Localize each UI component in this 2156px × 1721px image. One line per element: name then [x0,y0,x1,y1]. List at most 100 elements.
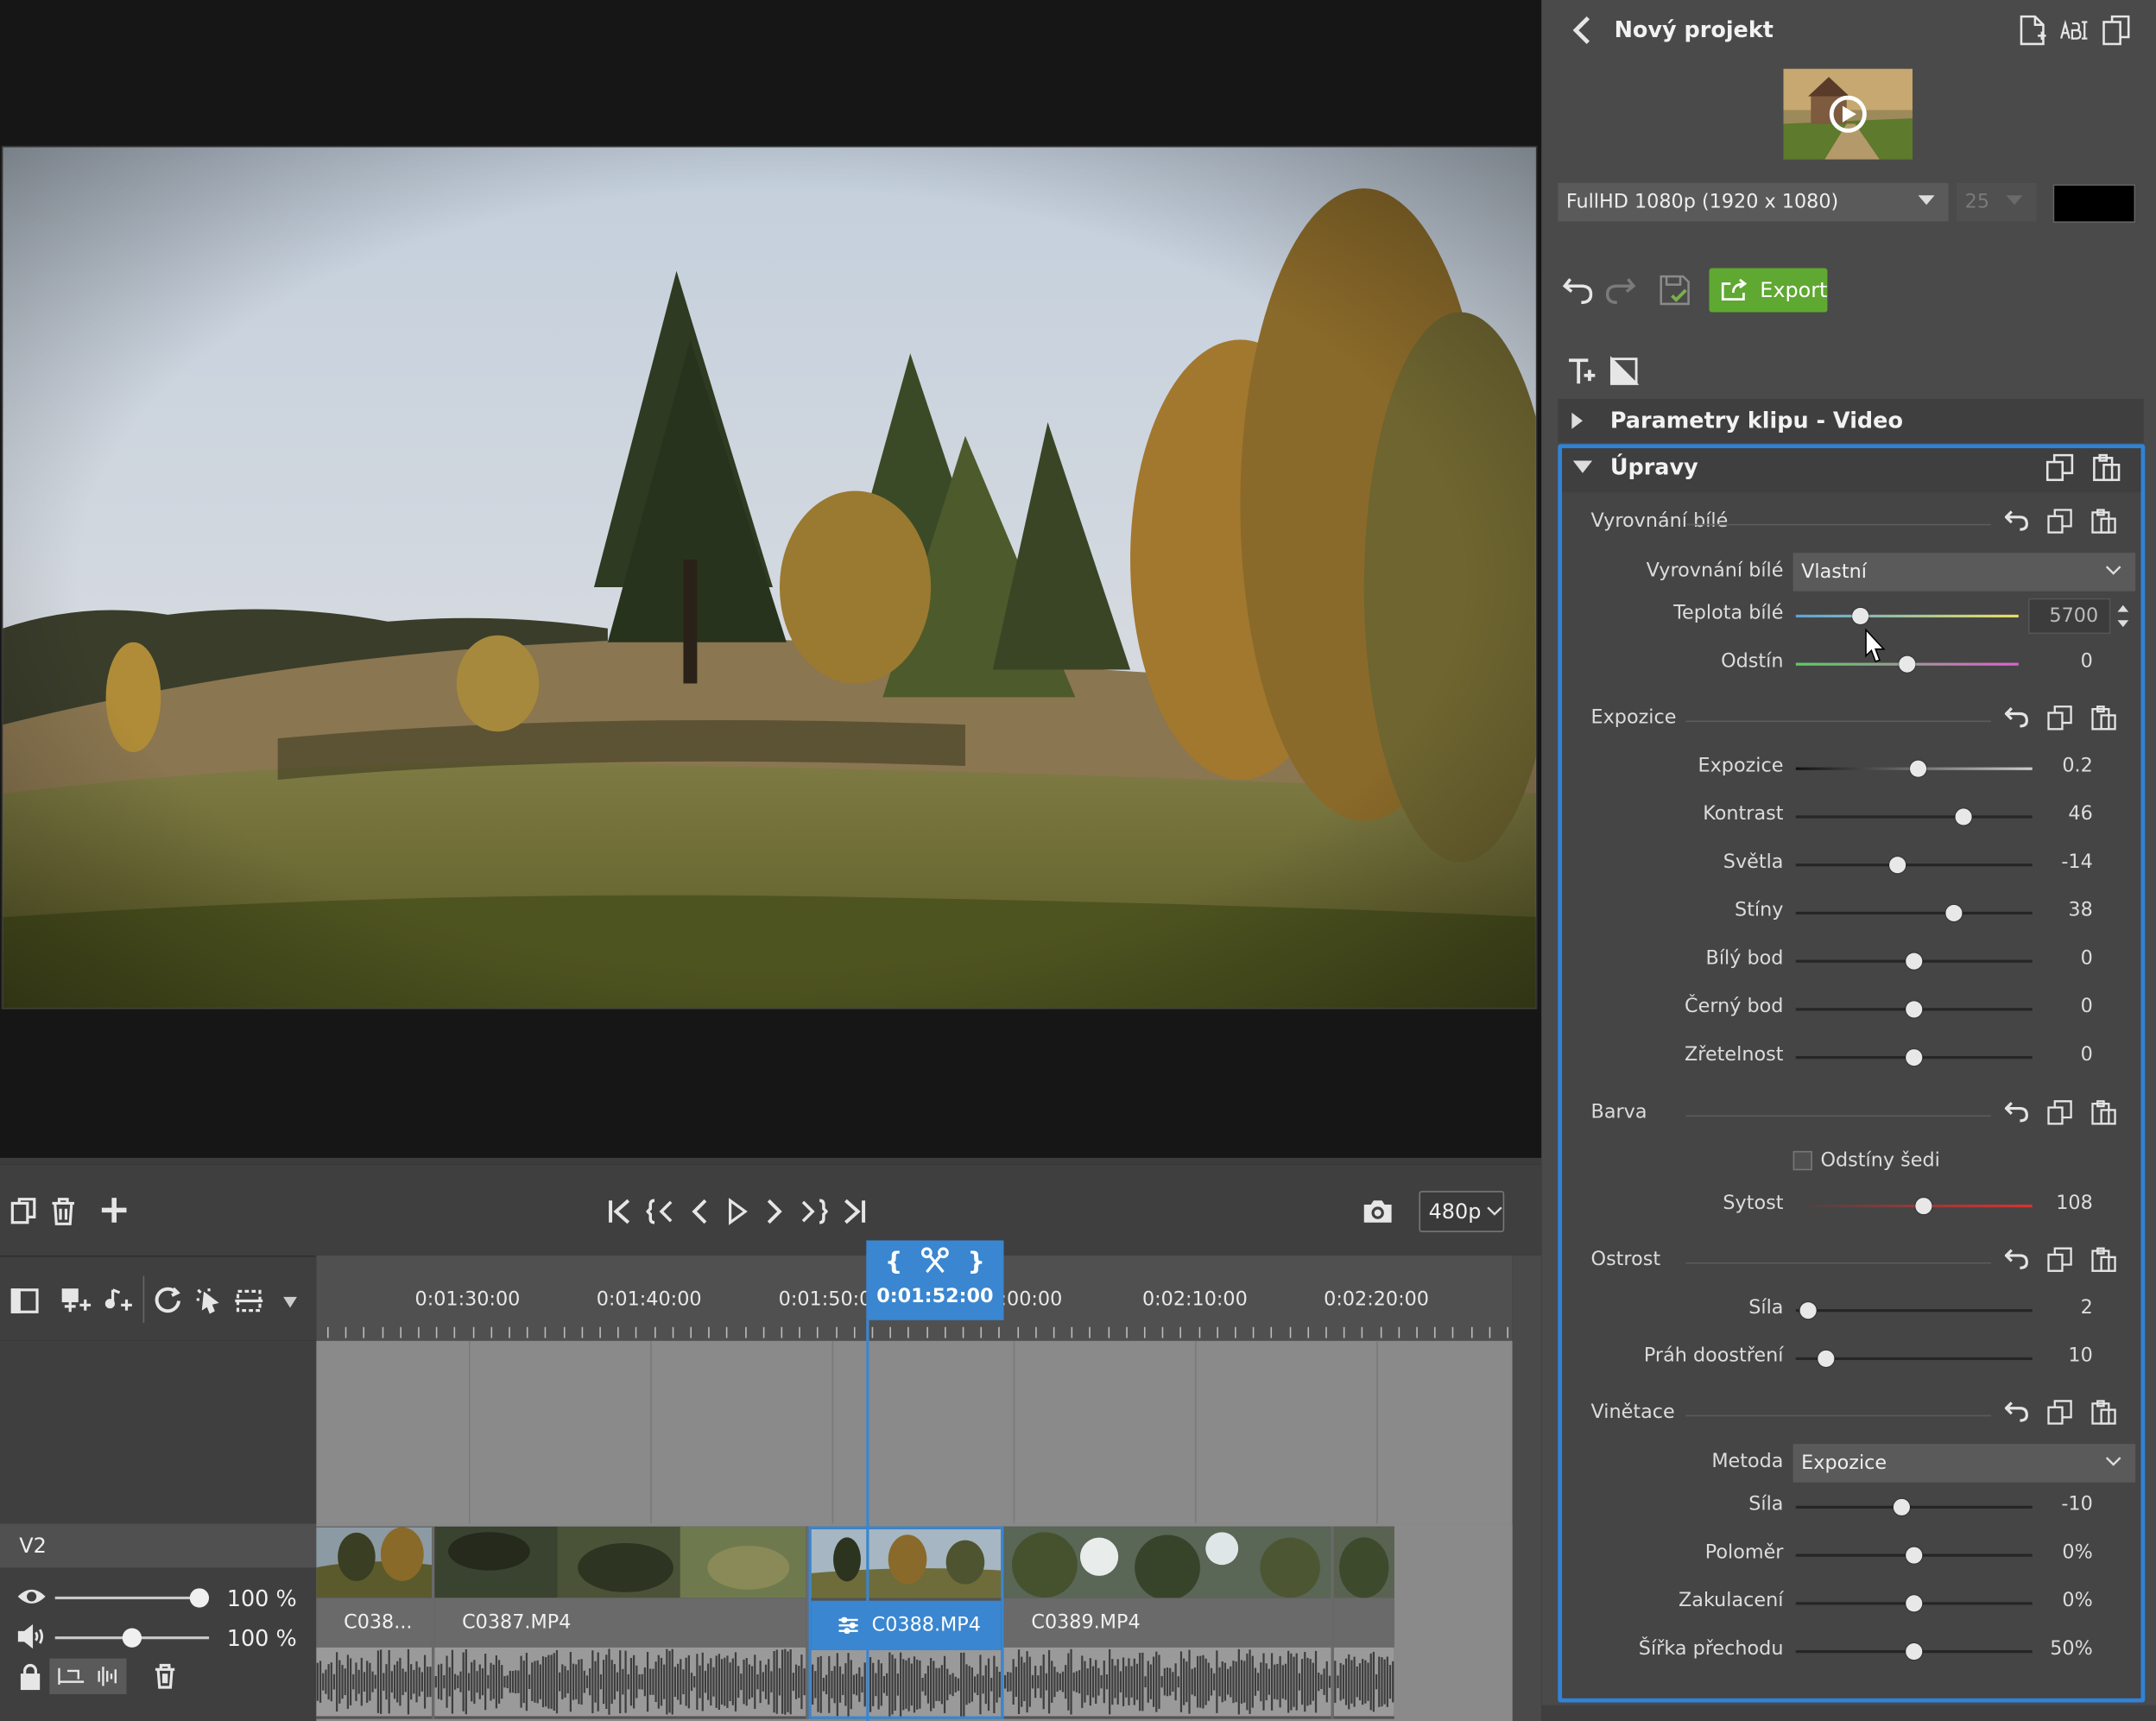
speaker-icon[interactable] [16,1623,47,1649]
vignette-1-slider-knob[interactable] [1906,1547,1923,1564]
paste-settings-icon[interactable] [2091,452,2121,483]
saturation-slider[interactable] [1795,1205,2033,1208]
paste-icon[interactable] [2090,1246,2118,1274]
new-file-icon[interactable] [2017,14,2047,47]
grayscale-checkbox[interactable] [1792,1150,1812,1171]
exposure-1-slider[interactable] [1795,815,2033,819]
delete-track-icon[interactable] [151,1661,179,1692]
mark-out-icon[interactable]: } [965,1246,987,1276]
background-color-swatch[interactable] [2052,184,2136,223]
saturation-slider-knob[interactable] [1915,1198,1932,1215]
lock-icon[interactable] [16,1661,44,1692]
sharpness-0-slider[interactable] [1795,1309,2033,1313]
paste-icon[interactable] [2090,508,2118,535]
volume-slider-knob[interactable] [122,1628,142,1648]
vignette-3-slider-knob[interactable] [1906,1643,1923,1661]
vignette-2-slider-knob[interactable] [1906,1595,1923,1612]
go-end-icon[interactable] [838,1195,869,1228]
project-thumbnail[interactable] [1783,68,1913,160]
snapshot-camera-icon[interactable] [1358,1195,1397,1228]
panel-toggle-icon[interactable] [9,1284,41,1317]
prev-mark-icon[interactable] [646,1195,676,1228]
rename-icon[interactable] [2058,16,2091,44]
mark-in-icon[interactable]: { [882,1246,904,1276]
copy-icon[interactable] [9,1195,41,1228]
eye-icon[interactable] [16,1585,47,1610]
copy-icon[interactable] [2046,704,2074,731]
clip[interactable] [1333,1526,1394,1719]
copy-icon[interactable] [2046,508,2074,535]
opacity-slider[interactable] [54,1596,201,1600]
reset-icon[interactable] [2004,1246,2030,1271]
prev-frame-icon[interactable] [685,1195,712,1228]
range-select-icon[interactable] [231,1284,267,1317]
next-frame-icon[interactable] [762,1195,789,1228]
vignette-0-value: -10 [2061,1493,2093,1515]
playhead-handle[interactable]: { } 0:01:52:00 [866,1240,1004,1320]
temp-stepper-icon[interactable] [2116,601,2130,631]
go-start-icon[interactable] [605,1195,635,1228]
vignette-method-select[interactable]: Expozice [1792,1444,2136,1483]
clip[interactable]: C0387.MP4 [434,1526,809,1719]
copy-settings-icon[interactable] [2045,452,2075,483]
wb-mode-select[interactable]: Vlastní [1792,553,2136,592]
mask-icon[interactable] [1608,355,1641,388]
temp-value-input[interactable]: 5700 [2027,598,2111,635]
trash-icon[interactable] [47,1195,79,1228]
exposure-2-slider[interactable] [1795,864,2033,867]
clip[interactable]: C038... [316,1526,435,1719]
timeline-scrollbar[interactable] [1512,1255,1542,1721]
exposure-5-slider-knob[interactable] [1906,1001,1923,1018]
paste-icon[interactable] [2090,1098,2118,1126]
reset-icon[interactable] [2004,704,2030,729]
timeline-empty-track-area[interactable] [316,1340,1513,1524]
play-icon[interactable] [724,1195,751,1228]
text-tool-icon[interactable] [1566,355,1596,388]
export-button[interactable]: Export [1709,268,1828,313]
scissors-icon[interactable] [919,1246,952,1276]
exposure-2-slider-knob[interactable] [1889,857,1906,874]
add-video-track-icon[interactable] [60,1284,93,1317]
exposure-1-slider-knob[interactable] [1955,808,1972,826]
panel-footer [1541,1705,2156,1721]
copy-icon[interactable] [2046,1098,2074,1126]
temp-slider[interactable] [1795,614,2019,618]
temp-slider-knob[interactable] [1852,607,1869,624]
add-audio-track-icon[interactable] [102,1284,135,1317]
section-actions [2004,1246,2118,1274]
next-mark-icon[interactable] [798,1195,828,1228]
quality-select[interactable]: 480p [1419,1191,1505,1232]
preview-divider[interactable] [0,1157,1542,1165]
exposure-6-slider-knob[interactable] [1906,1049,1923,1066]
reset-icon[interactable] [2004,1399,2030,1424]
reset-icon[interactable] [2004,1098,2030,1123]
redo-icon[interactable] [1602,272,1637,307]
clip-selected[interactable]: C0388.MP4 [808,1526,1004,1719]
sharpness-0-slider-knob[interactable] [1799,1302,1817,1319]
exposure-4-slider-knob[interactable] [1906,952,1923,970]
track-mode-toggle[interactable] [49,1658,127,1694]
add-icon[interactable] [96,1193,131,1228]
reset-icon[interactable] [2004,508,2030,533]
magnet-snap-icon[interactable] [151,1284,184,1317]
resolution-select[interactable]: FullHD 1080p (1920 x 1080) [1558,182,1949,222]
undo-icon[interactable] [1560,272,1596,307]
opacity-slider-knob[interactable] [189,1588,210,1608]
playhead-line[interactable] [866,1319,869,1721]
vignette-0-slider[interactable] [1795,1505,2033,1509]
collapse-arrow-icon[interactable] [1572,460,1593,474]
copy-icon[interactable] [2046,1246,2074,1274]
more-tools-dropdown-icon[interactable] [281,1293,300,1312]
clip-params-header[interactable]: Parametry klipu - Video [1558,398,2144,443]
save-icon[interactable] [1657,272,1692,307]
fps-select[interactable]: 25 [1957,182,2037,222]
select-tool-icon[interactable] [193,1284,225,1317]
paste-icon[interactable] [2090,1399,2118,1427]
paste-icon[interactable] [2090,704,2118,731]
exposure-3-slider[interactable] [1795,911,2033,915]
duplicate-icon[interactable] [2100,14,2133,47]
copy-icon[interactable] [2046,1399,2074,1427]
chevron-left-icon[interactable] [1566,14,1596,47]
clip[interactable]: C0389.MP4 [1003,1526,1334,1719]
tint-slider-knob[interactable] [1899,655,1916,673]
